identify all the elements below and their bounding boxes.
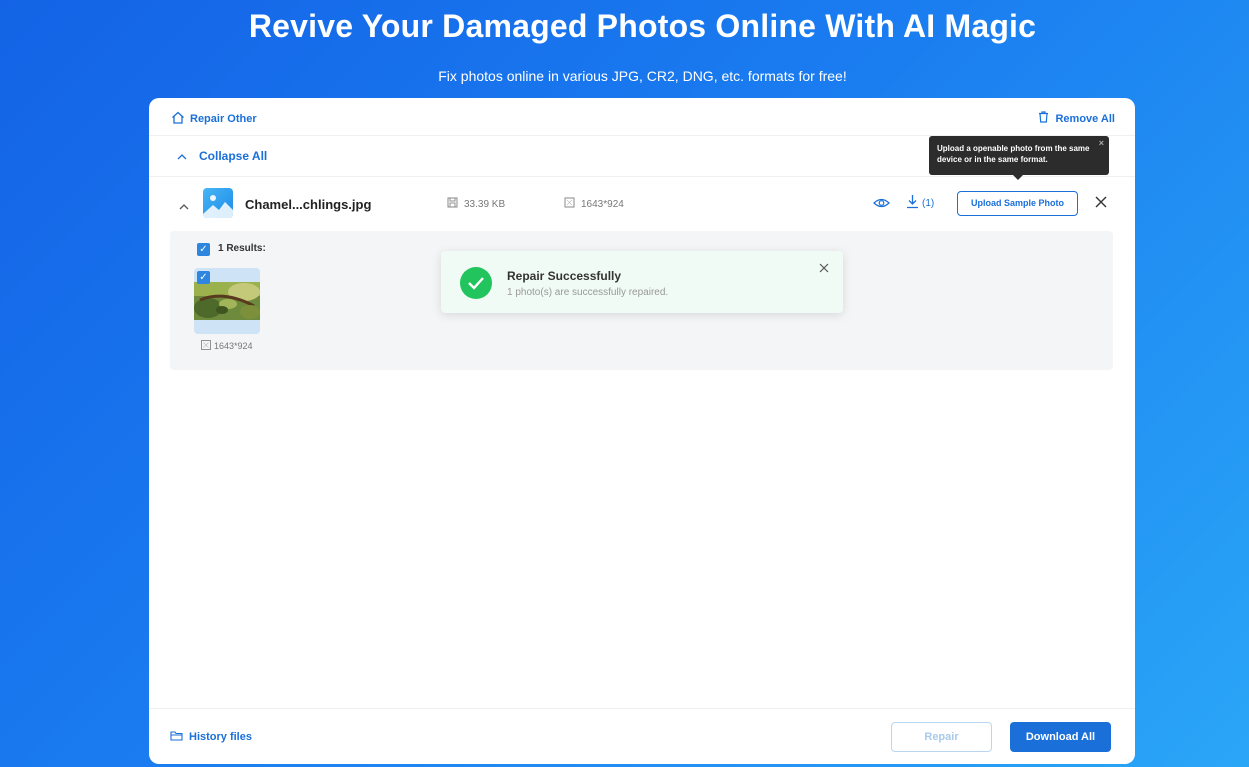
close-icon[interactable] — [1095, 195, 1107, 213]
file-dimensions: 1643*924 — [564, 197, 624, 211]
trash-icon — [1038, 111, 1049, 126]
hero-subtitle: Fix photos online in various JPG, CR2, D… — [438, 68, 847, 84]
download-count: (1) — [922, 197, 935, 209]
image-file-icon — [203, 188, 233, 218]
toast-close-icon[interactable] — [819, 261, 829, 276]
toast-title: Repair Successfully — [507, 269, 622, 283]
repair-button[interactable]: Repair — [891, 722, 992, 752]
expand-icon — [201, 340, 211, 352]
hero-title: Revive Your Damaged Photos Online With A… — [248, 8, 1037, 44]
chevron-up-icon — [177, 149, 187, 163]
download-icon — [906, 194, 919, 212]
toast-description: 1 photo(s) are successfully repaired. — [507, 287, 669, 298]
repair-success-toast: Repair Successfully 1 photo(s) are succe… — [441, 251, 843, 313]
folder-icon — [170, 730, 183, 744]
upload-tooltip: Upload a openable photo from the same de… — [929, 136, 1109, 180]
file-name: Chamel...chlings.jpg — [245, 197, 372, 212]
repair-panel: Repair Other Remove All Collapse All Cha — [149, 98, 1135, 764]
file-row: Chamel...chlings.jpg 33.39 KB 1643*924 (… — [149, 178, 1135, 230]
expand-icon — [564, 197, 575, 211]
panel-topbar: Repair Other Remove All — [149, 98, 1135, 136]
upload-sample-photo-button[interactable]: Upload Sample Photo — [957, 191, 1078, 216]
file-dimensions-value: 1643*924 — [581, 198, 624, 210]
result-dimensions-value: 1643*924 — [214, 341, 253, 351]
file-size-value: 33.39 KB — [464, 198, 506, 210]
remove-all-button[interactable]: Remove All — [1038, 111, 1115, 126]
panel-footer: History files Repair Download All — [149, 708, 1135, 764]
history-files-label: History files — [189, 731, 252, 743]
home-icon — [171, 111, 185, 127]
tooltip-close-icon[interactable]: × — [1099, 138, 1104, 149]
download-button[interactable]: (1) — [906, 194, 934, 212]
check-icon — [460, 267, 492, 299]
save-icon — [447, 197, 458, 211]
result-checkbox[interactable]: ✓ — [197, 271, 210, 284]
repair-other-label: Repair Other — [190, 113, 257, 125]
history-files-link[interactable]: History files — [170, 730, 252, 744]
tooltip-text: Upload a openable photo from the same de… — [937, 144, 1090, 164]
select-all-results-checkbox[interactable]: ✓ — [197, 243, 210, 256]
collapse-all-label: Collapse All — [199, 149, 268, 163]
chevron-up-icon[interactable] — [179, 197, 189, 215]
result-dimensions: 1643*924 — [201, 340, 253, 352]
remove-all-label: Remove All — [1055, 112, 1115, 125]
eye-icon[interactable] — [873, 196, 890, 214]
file-size: 33.39 KB — [447, 197, 505, 211]
result-thumbnail[interactable]: ✓ — [194, 268, 260, 334]
tooltip-arrow — [1013, 175, 1023, 180]
collapse-all-button[interactable]: Collapse All — [177, 149, 267, 163]
results-count-label: 1 Results: — [218, 243, 266, 254]
repair-other-link[interactable]: Repair Other — [171, 111, 257, 127]
chameleon-photo — [194, 282, 260, 320]
download-all-button[interactable]: Download All — [1010, 722, 1111, 752]
